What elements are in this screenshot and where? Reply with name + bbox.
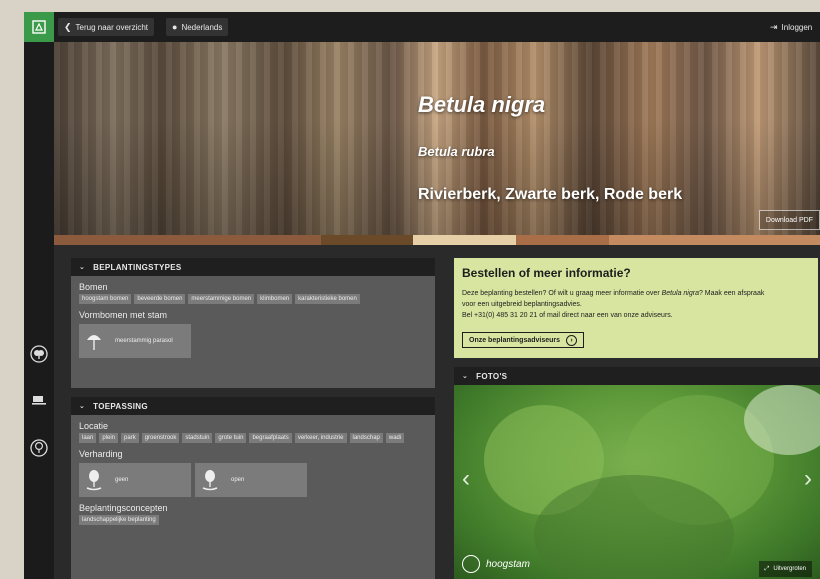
photos-panel: ⌄ FOTO'S ‹ › hoogstam ⤢ Uitvergroten: [454, 367, 820, 579]
color-swatch-bar: [54, 235, 820, 245]
group-label-verharding: Verharding: [79, 449, 123, 459]
parasol-tree-icon: [87, 335, 101, 350]
order-title: Bestellen of meer informatie?: [462, 266, 631, 280]
advisors-button-label: Onze beplantingsadviseurs: [469, 336, 561, 344]
verharding-card-open[interactable]: open: [195, 463, 307, 497]
tree-outline-icon: [30, 439, 48, 457]
tag[interactable]: stadstuin: [182, 433, 213, 443]
beplantingstypes-panel: ⌄ BEPLANTINGSTYPES Bomen hoogstam bomen …: [71, 258, 435, 388]
advisors-button[interactable]: Onze beplantingsadviseurs ›: [462, 332, 585, 348]
tag[interactable]: meerstammige bomen: [188, 294, 255, 304]
tag[interactable]: klimbomen: [257, 294, 293, 304]
login-label: Inloggen: [781, 22, 813, 32]
tag[interactable]: hoogstam bomen: [79, 294, 132, 304]
rail-cup-button[interactable]: [27, 388, 51, 412]
tag[interactable]: begraafplaats: [249, 433, 292, 443]
photos-heading: FOTO'S: [476, 371, 508, 381]
group-label-locatie: Locatie: [79, 421, 109, 431]
prev-photo-button[interactable]: ‹: [462, 465, 470, 493]
toepassing-heading: TOEPASSING: [93, 401, 148, 411]
app-window: ❮ Terug naar overzicht ● Nederlands ⇥ In…: [24, 12, 820, 579]
vormboom-card[interactable]: meerstammig parasol: [79, 324, 191, 358]
order-text: Deze beplanting bestellen? Of wilt u gra…: [462, 290, 662, 297]
concepten-tags: landschappelijke beplanting: [71, 515, 435, 525]
rail-tree-outline-button[interactable]: [27, 436, 51, 460]
beplantingstypes-header[interactable]: ⌄ BEPLANTINGSTYPES: [71, 258, 435, 276]
left-rail: [24, 12, 54, 579]
group-label-concepten: Beplantingsconcepten: [79, 503, 168, 513]
tag[interactable]: landschappelijke beplanting: [79, 515, 159, 525]
download-pdf-label: Download PDF: [765, 216, 813, 224]
order-text-line: Deze beplanting bestellen? Of wilt u gra…: [462, 288, 810, 299]
home-logo-button[interactable]: [24, 12, 54, 42]
verharding-card-open-label: open: [231, 477, 245, 483]
rail-tree-button[interactable]: [27, 342, 51, 366]
verharding-card-geen-label: geen: [115, 477, 129, 483]
tag[interactable]: park: [121, 433, 139, 443]
toepassing-header[interactable]: ⌄ TOEPASSING: [71, 397, 435, 415]
order-info-box: Bestellen of meer informatie? Deze bepla…: [454, 258, 818, 358]
next-photo-button[interactable]: ›: [804, 465, 812, 493]
order-text-line: voor een uitgebreid beplantingsadvies.: [462, 301, 582, 308]
tag[interactable]: verkeer, industrie: [294, 433, 347, 443]
photo-caption: hoogstam: [462, 555, 530, 573]
expand-icon: ⤢: [764, 565, 770, 572]
back-button[interactable]: ❮ Terug naar overzicht: [58, 18, 155, 36]
photos-header[interactable]: ⌄ FOTO'S: [454, 367, 820, 385]
order-contact-line: Bel +31(0) 485 31 20 21 of mail direct n…: [462, 312, 673, 319]
tag[interactable]: karakteristieke bomen: [295, 294, 360, 304]
language-label: Nederlands: [181, 22, 223, 32]
login-icon: ⇥: [770, 21, 778, 32]
color-swatch: [516, 235, 609, 245]
arrow-right-circle-icon: ›: [566, 334, 578, 346]
species-synonym: Betula rubra: [418, 144, 495, 159]
chevron-down-icon: ⌄: [79, 264, 86, 271]
tag[interactable]: plein: [99, 433, 119, 443]
book-plant-icon: [32, 20, 46, 34]
tag[interactable]: laan: [79, 433, 97, 443]
tag[interactable]: beveerde bomen: [134, 294, 186, 304]
login-button[interactable]: ⇥ Inloggen: [764, 18, 818, 36]
color-swatch: [54, 235, 321, 245]
language-button[interactable]: ● Nederlands: [166, 18, 229, 36]
chevron-left-icon: ❮: [64, 21, 72, 32]
tree-ground-icon: [86, 470, 102, 491]
toepassing-panel: ⌄ TOEPASSING Locatie laan plein park gro…: [71, 397, 435, 579]
cup-icon: [32, 396, 46, 405]
enlarge-label: Uitvergroten: [773, 566, 806, 572]
top-bar: ❮ Terug naar overzicht ● Nederlands ⇥ In…: [54, 12, 820, 42]
download-pdf-button[interactable]: Download PDF: [758, 210, 820, 230]
photo-caption-text: hoogstam: [486, 558, 530, 570]
verharding-cards: geen open: [79, 463, 435, 497]
tree-circle-icon: [462, 555, 480, 573]
hero-shade: [54, 42, 820, 235]
group-label-bomen: Bomen: [79, 282, 108, 292]
verharding-card-geen[interactable]: geen: [79, 463, 191, 497]
tag[interactable]: grote tuin: [215, 433, 247, 443]
globe-icon: ●: [172, 22, 178, 32]
order-species: Betula nigra: [661, 290, 699, 297]
group-label-vormbomen: Vormbomen met stam: [79, 310, 168, 320]
vormboom-card-label: meerstammig parasol: [115, 338, 173, 344]
color-swatch: [321, 235, 413, 245]
hero-banner: Betula nigra Betula rubra Rivierberk, Zw…: [54, 42, 820, 235]
bomen-tags: hoogstam bomen beveerde bomen meerstammi…: [71, 294, 435, 304]
tag[interactable]: landschap: [349, 433, 383, 443]
tree-ground-icon: [202, 470, 218, 491]
order-text: ? Maak een afspraak: [698, 290, 765, 297]
locatie-tags: laan plein park groenstrook stadstuin gr…: [71, 433, 435, 443]
species-common-names: Rivierberk, Zwarte berk, Rode berk: [418, 186, 683, 203]
chevron-down-icon: ⌄: [79, 403, 86, 410]
chevron-down-icon: ⌄: [462, 373, 469, 380]
color-swatch: [413, 235, 516, 245]
tag[interactable]: wadi: [385, 433, 405, 443]
back-button-label: Terug naar overzicht: [75, 22, 149, 32]
tag[interactable]: groenstrook: [141, 433, 180, 443]
enlarge-button[interactable]: ⤢ Uitvergroten: [758, 561, 812, 577]
tree-circle-icon: [30, 345, 48, 363]
color-swatch: [609, 235, 820, 245]
species-name: Betula nigra: [418, 92, 546, 117]
tree-photo[interactable]: ‹ › hoogstam ⤢ Uitvergroten: [454, 385, 820, 579]
beplantingstypes-heading: BEPLANTINGSTYPES: [93, 262, 182, 272]
